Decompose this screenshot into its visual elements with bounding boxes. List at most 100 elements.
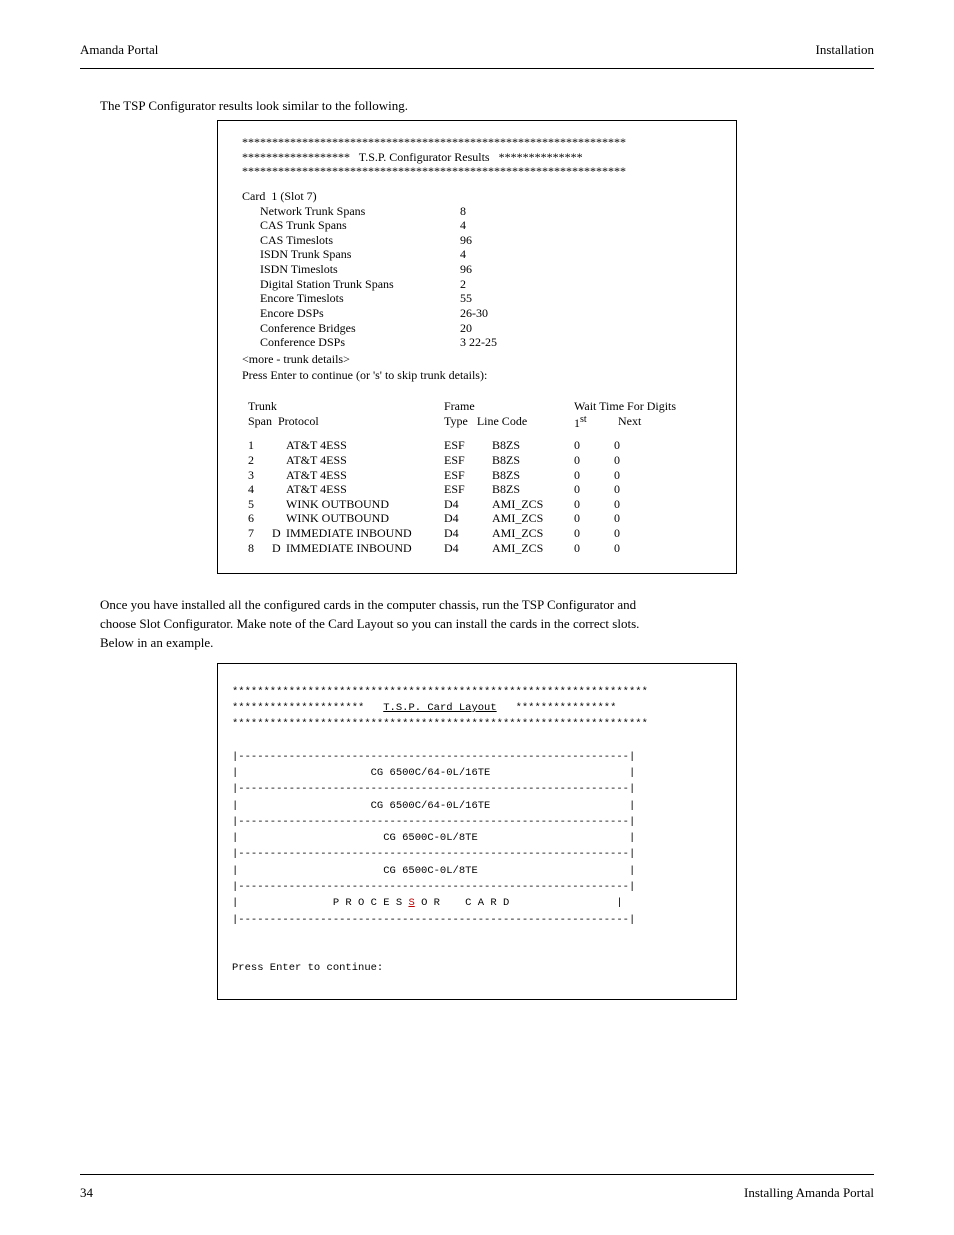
layout-rows: |---------------------------------------… xyxy=(232,751,635,877)
cell-span: 5 xyxy=(242,497,272,512)
cell-protocol: AT&T 4ESS xyxy=(286,438,444,453)
cell-linecode: AMI_ZCS xyxy=(492,497,574,512)
cell-linecode: AMI_ZCS xyxy=(492,511,574,526)
hdr-frame: Frame xyxy=(444,399,492,414)
cell-span: 2 xyxy=(242,453,272,468)
hdr-blank xyxy=(492,399,574,414)
layout-aster-top: ****************************************… xyxy=(232,686,648,698)
table-row: 5WINK OUTBOUNDD4AMI_ZCS00 xyxy=(242,497,718,512)
document-page: Amanda Portal Installation The TSP Confi… xyxy=(0,0,954,1235)
cell-linecode: B8ZS xyxy=(492,482,574,497)
layout-prompt: Press Enter to continue: xyxy=(232,962,383,974)
stat-value: 2 xyxy=(460,277,466,292)
stat-value: 8 xyxy=(460,204,466,219)
stat-label: Encore DSPs xyxy=(242,306,460,321)
cell-frametype: ESF xyxy=(444,468,492,483)
table-header-1: TrunkFrameWait Time For Digits xyxy=(242,399,718,414)
cell-linecode: AMI_ZCS xyxy=(492,541,574,556)
cell-frametype: D4 xyxy=(444,497,492,512)
card-line: Card 1 (Slot 7) xyxy=(242,189,718,204)
table-row: 6WINK OUTBOUNDD4AMI_ZCS00 xyxy=(242,511,718,526)
cell-protocol: IMMEDIATE INBOUND xyxy=(286,526,444,541)
cell-d xyxy=(272,497,286,512)
cell-wait1: 0 xyxy=(574,438,614,453)
footer-left: 34 xyxy=(80,1185,93,1201)
hdr-next: Next xyxy=(618,414,641,431)
layout-aster-right: **************** xyxy=(516,702,617,714)
stats-list: Network Trunk Spans8CAS Trunk Spans4CAS … xyxy=(242,204,718,350)
results-prompt: Press Enter to continue (or 's' to skip … xyxy=(242,368,718,383)
cell-wait1: 0 xyxy=(574,511,614,526)
cell-protocol: WINK OUTBOUND xyxy=(286,511,444,526)
cell-span: 3 xyxy=(242,468,272,483)
cell-wait2: 0 xyxy=(614,541,654,556)
table-row: 4AT&T 4ESSESFB8ZS00 xyxy=(242,482,718,497)
cell-d xyxy=(272,511,286,526)
cell-d: D xyxy=(272,526,286,541)
layout-aster-left: ********************* xyxy=(232,702,364,714)
stat-label: CAS Timeslots xyxy=(242,233,460,248)
stat-row: Digital Station Trunk Spans2 xyxy=(242,277,718,292)
table-row: 8DIMMEDIATE INBOUNDD4AMI_ZCS00 xyxy=(242,541,718,556)
aster-bot: ****************************************… xyxy=(242,164,626,178)
stat-label: Conference DSPs xyxy=(242,335,460,350)
stat-row: CAS Timeslots96 xyxy=(242,233,718,248)
cell-frametype: ESF xyxy=(444,438,492,453)
stat-label: ISDN Timeslots xyxy=(242,262,460,277)
results-caption: The TSP Configurator results look simila… xyxy=(100,98,854,114)
cell-linecode: B8ZS xyxy=(492,438,574,453)
aster-right: ************** xyxy=(499,150,583,164)
stat-label: Network Trunk Spans xyxy=(242,204,460,219)
stat-row: ISDN Trunk Spans4 xyxy=(242,247,718,262)
cell-wait2: 0 xyxy=(614,526,654,541)
stat-row: CAS Trunk Spans4 xyxy=(242,218,718,233)
cell-wait1: 0 xyxy=(574,526,614,541)
cell-protocol: IMMEDIATE INBOUND xyxy=(286,541,444,556)
hdr-trunk: Trunk xyxy=(242,399,444,414)
header-left: Amanda Portal xyxy=(80,42,158,58)
proc-row: | P R O C E S S O R C A R D | xyxy=(232,897,623,909)
cell-wait1: 0 xyxy=(574,453,614,468)
cell-span: 6 xyxy=(242,511,272,526)
stat-label: ISDN Trunk Spans xyxy=(242,247,460,262)
cell-wait2: 0 xyxy=(614,453,654,468)
cell-wait2: 0 xyxy=(614,511,654,526)
table-header-2: Span ProtocolType Line Code1stNext xyxy=(242,414,718,431)
dash-row: |---------------------------------------… xyxy=(232,914,635,926)
stat-row: Encore Timeslots55 xyxy=(242,291,718,306)
cell-frametype: ESF xyxy=(444,482,492,497)
cell-span: 1 xyxy=(242,438,272,453)
stat-value: 55 xyxy=(460,291,472,306)
stat-value: 4 xyxy=(460,218,466,233)
more-line: <more - trunk details> xyxy=(242,352,718,367)
layout-aster-bot: ****************************************… xyxy=(232,718,648,730)
cell-linecode: B8ZS xyxy=(492,468,574,483)
stat-value: 3 22-25 xyxy=(460,335,497,350)
cell-d xyxy=(272,438,286,453)
table-row: 3AT&T 4ESSESFB8ZS00 xyxy=(242,468,718,483)
stat-row: Conference Bridges20 xyxy=(242,321,718,336)
cell-linecode: AMI_ZCS xyxy=(492,526,574,541)
hdr-type-line: Type Line Code xyxy=(444,414,574,431)
header-rule xyxy=(80,68,874,69)
cell-wait2: 0 xyxy=(614,497,654,512)
cell-span: 7 xyxy=(242,526,272,541)
stat-value: 4 xyxy=(460,247,466,262)
layout-screenshot: ****************************************… xyxy=(217,663,737,1000)
cell-wait1: 0 xyxy=(574,482,614,497)
trunk-rows: 1AT&T 4ESSESFB8ZS002AT&T 4ESSESFB8ZS003A… xyxy=(242,438,718,555)
stat-label: Conference Bridges xyxy=(242,321,460,336)
page-content: The TSP Configurator results look simila… xyxy=(100,90,854,1145)
stat-label: Encore Timeslots xyxy=(242,291,460,306)
results-title: T.S.P. Configurator Results xyxy=(359,150,490,164)
cell-protocol: AT&T 4ESS xyxy=(286,453,444,468)
cell-frametype: ESF xyxy=(444,453,492,468)
hdr-span-proto: Span Protocol xyxy=(242,414,444,431)
cell-linecode: B8ZS xyxy=(492,453,574,468)
cell-frametype: D4 xyxy=(444,511,492,526)
stat-value: 96 xyxy=(460,262,472,277)
cell-wait1: 0 xyxy=(574,497,614,512)
cell-wait2: 0 xyxy=(614,482,654,497)
aster-left: ****************** xyxy=(242,150,350,164)
stat-row: Network Trunk Spans8 xyxy=(242,204,718,219)
